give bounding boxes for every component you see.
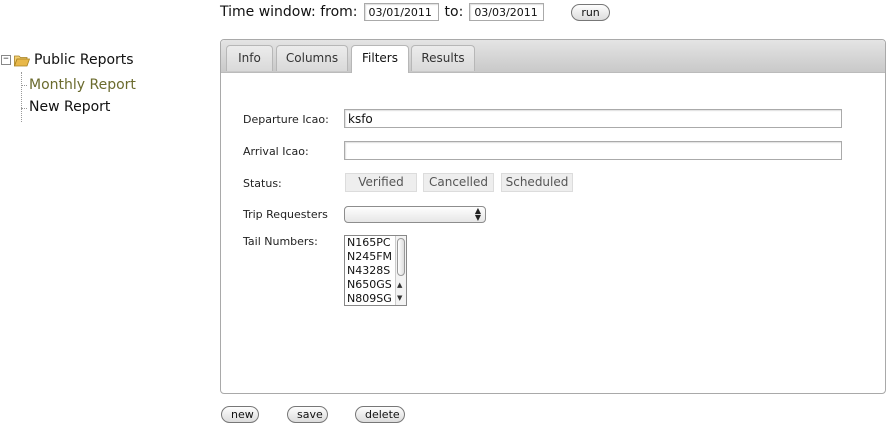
to-label: to: [444,4,464,20]
report-panel: Info Columns Filters Results Departure I… [220,39,886,394]
departure-icao-label: Departure Icao: [243,113,329,126]
time-window-label: Time window: from: [220,4,358,20]
tree-connector [21,85,27,86]
status-label: Status: [243,177,282,190]
delete-button[interactable]: delete [355,406,405,423]
tail-numbers-label: Tail Numbers: [243,235,318,248]
tree-item-new-report[interactable]: New Report [29,99,110,115]
collapse-toggle-icon[interactable]: − [1,55,11,65]
status-verified-button[interactable]: Verified [345,173,417,192]
tail-numbers-listbox[interactable]: N165PC N245FM N4328S N650GS N809SG ▲ ▼ [344,235,407,306]
tab-results[interactable]: Results [411,45,475,71]
tree-node-public-reports[interactable]: − Public Reports [0,52,134,68]
from-date-input[interactable] [363,3,439,21]
to-date-input[interactable] [469,3,545,21]
run-button[interactable]: run [571,3,610,21]
up-down-arrows-icon: ▲ ▼ [474,206,481,222]
tree-connector [21,108,27,109]
tree-connector [21,72,22,122]
time-window-bar: Time window: from: to: run [220,2,610,22]
arrival-icao-input[interactable] [344,141,842,160]
new-button[interactable]: new [221,406,259,423]
scroll-down-icon[interactable]: ▼ [397,294,402,302]
tab-filters[interactable]: Filters [351,45,409,73]
tab-info[interactable]: Info [226,45,273,71]
tab-columns[interactable]: Columns [276,45,348,71]
scroll-up-icon[interactable]: ▲ [397,281,402,289]
status-scheduled-button[interactable]: Scheduled [501,173,573,192]
trip-requesters-select[interactable]: ▲ ▼ [344,206,486,223]
departure-icao-input[interactable] [344,109,842,128]
scrollbar-thumb[interactable] [397,238,405,276]
folder-open-icon [14,55,30,66]
listbox-scrollbar[interactable]: ▲ ▼ [395,236,406,305]
tree-root-label: Public Reports [34,52,134,68]
tree-item-monthly-report[interactable]: Monthly Report [29,77,136,93]
save-button[interactable]: save [287,406,328,423]
status-cancelled-button[interactable]: Cancelled [423,173,494,192]
arrival-icao-label: Arrival Icao: [243,145,309,158]
trip-requesters-label: Trip Requesters [243,208,328,221]
tab-bar: Info Columns Filters Results [221,40,885,73]
